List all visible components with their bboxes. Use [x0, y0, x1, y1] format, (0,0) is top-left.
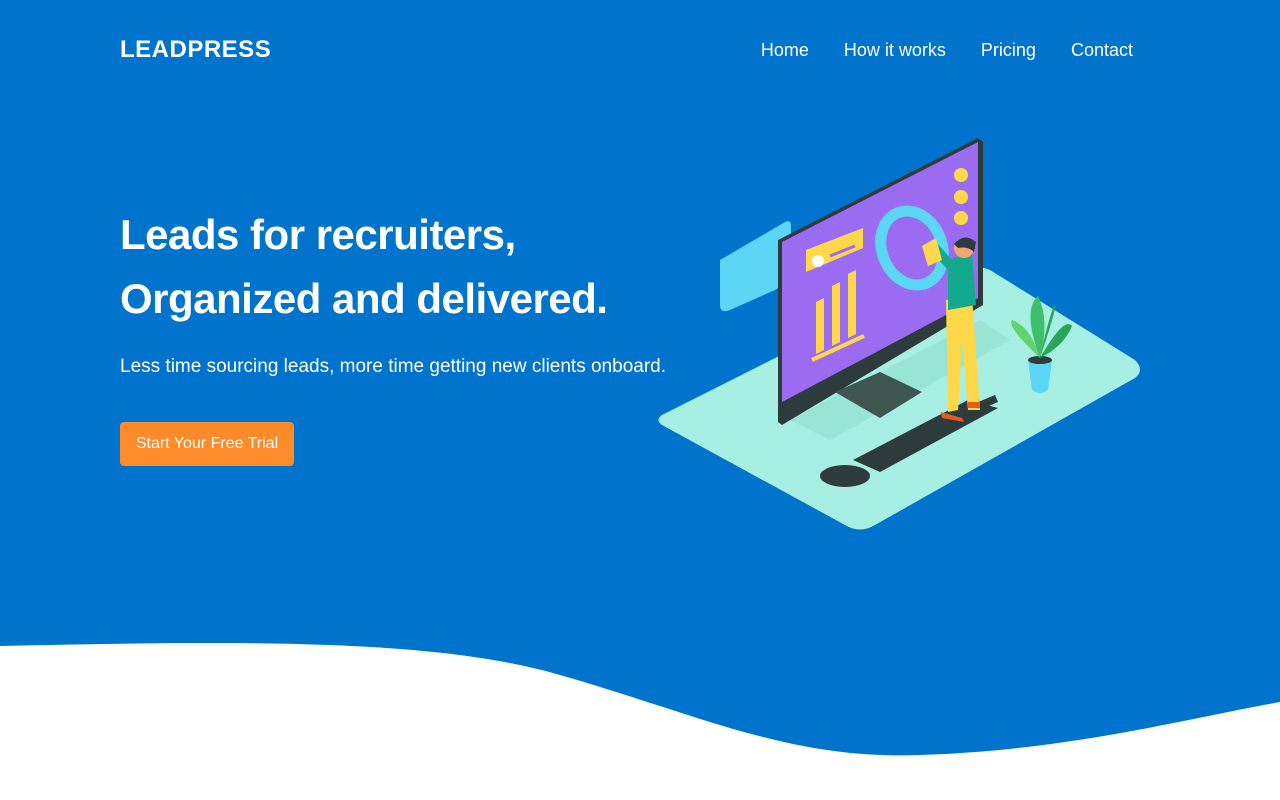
nav-link-contact[interactable]: Contact: [1071, 40, 1133, 61]
start-free-trial-button[interactable]: Start Your Free Trial: [120, 422, 294, 466]
nav-link-how-it-works[interactable]: How it works: [844, 40, 946, 61]
headline-line-1: Leads for recruiters,: [120, 211, 516, 258]
hero-headline: Leads for recruiters, Organized and deli…: [120, 203, 608, 331]
nav-link-pricing[interactable]: Pricing: [981, 40, 1036, 61]
workspace-illustration: [658, 138, 1140, 530]
brand-logo[interactable]: LEADPRESS: [120, 36, 271, 64]
hero-subheadline: Less time sourcing leads, more time gett…: [120, 356, 666, 377]
main-nav: Home How it works Pricing Contact: [761, 40, 1133, 61]
headline-line-2: Organized and delivered.: [120, 275, 608, 322]
hero-section: LEADPRESS Home How it works Pricing Cont…: [0, 0, 1280, 800]
nav-link-home[interactable]: Home: [761, 40, 809, 61]
